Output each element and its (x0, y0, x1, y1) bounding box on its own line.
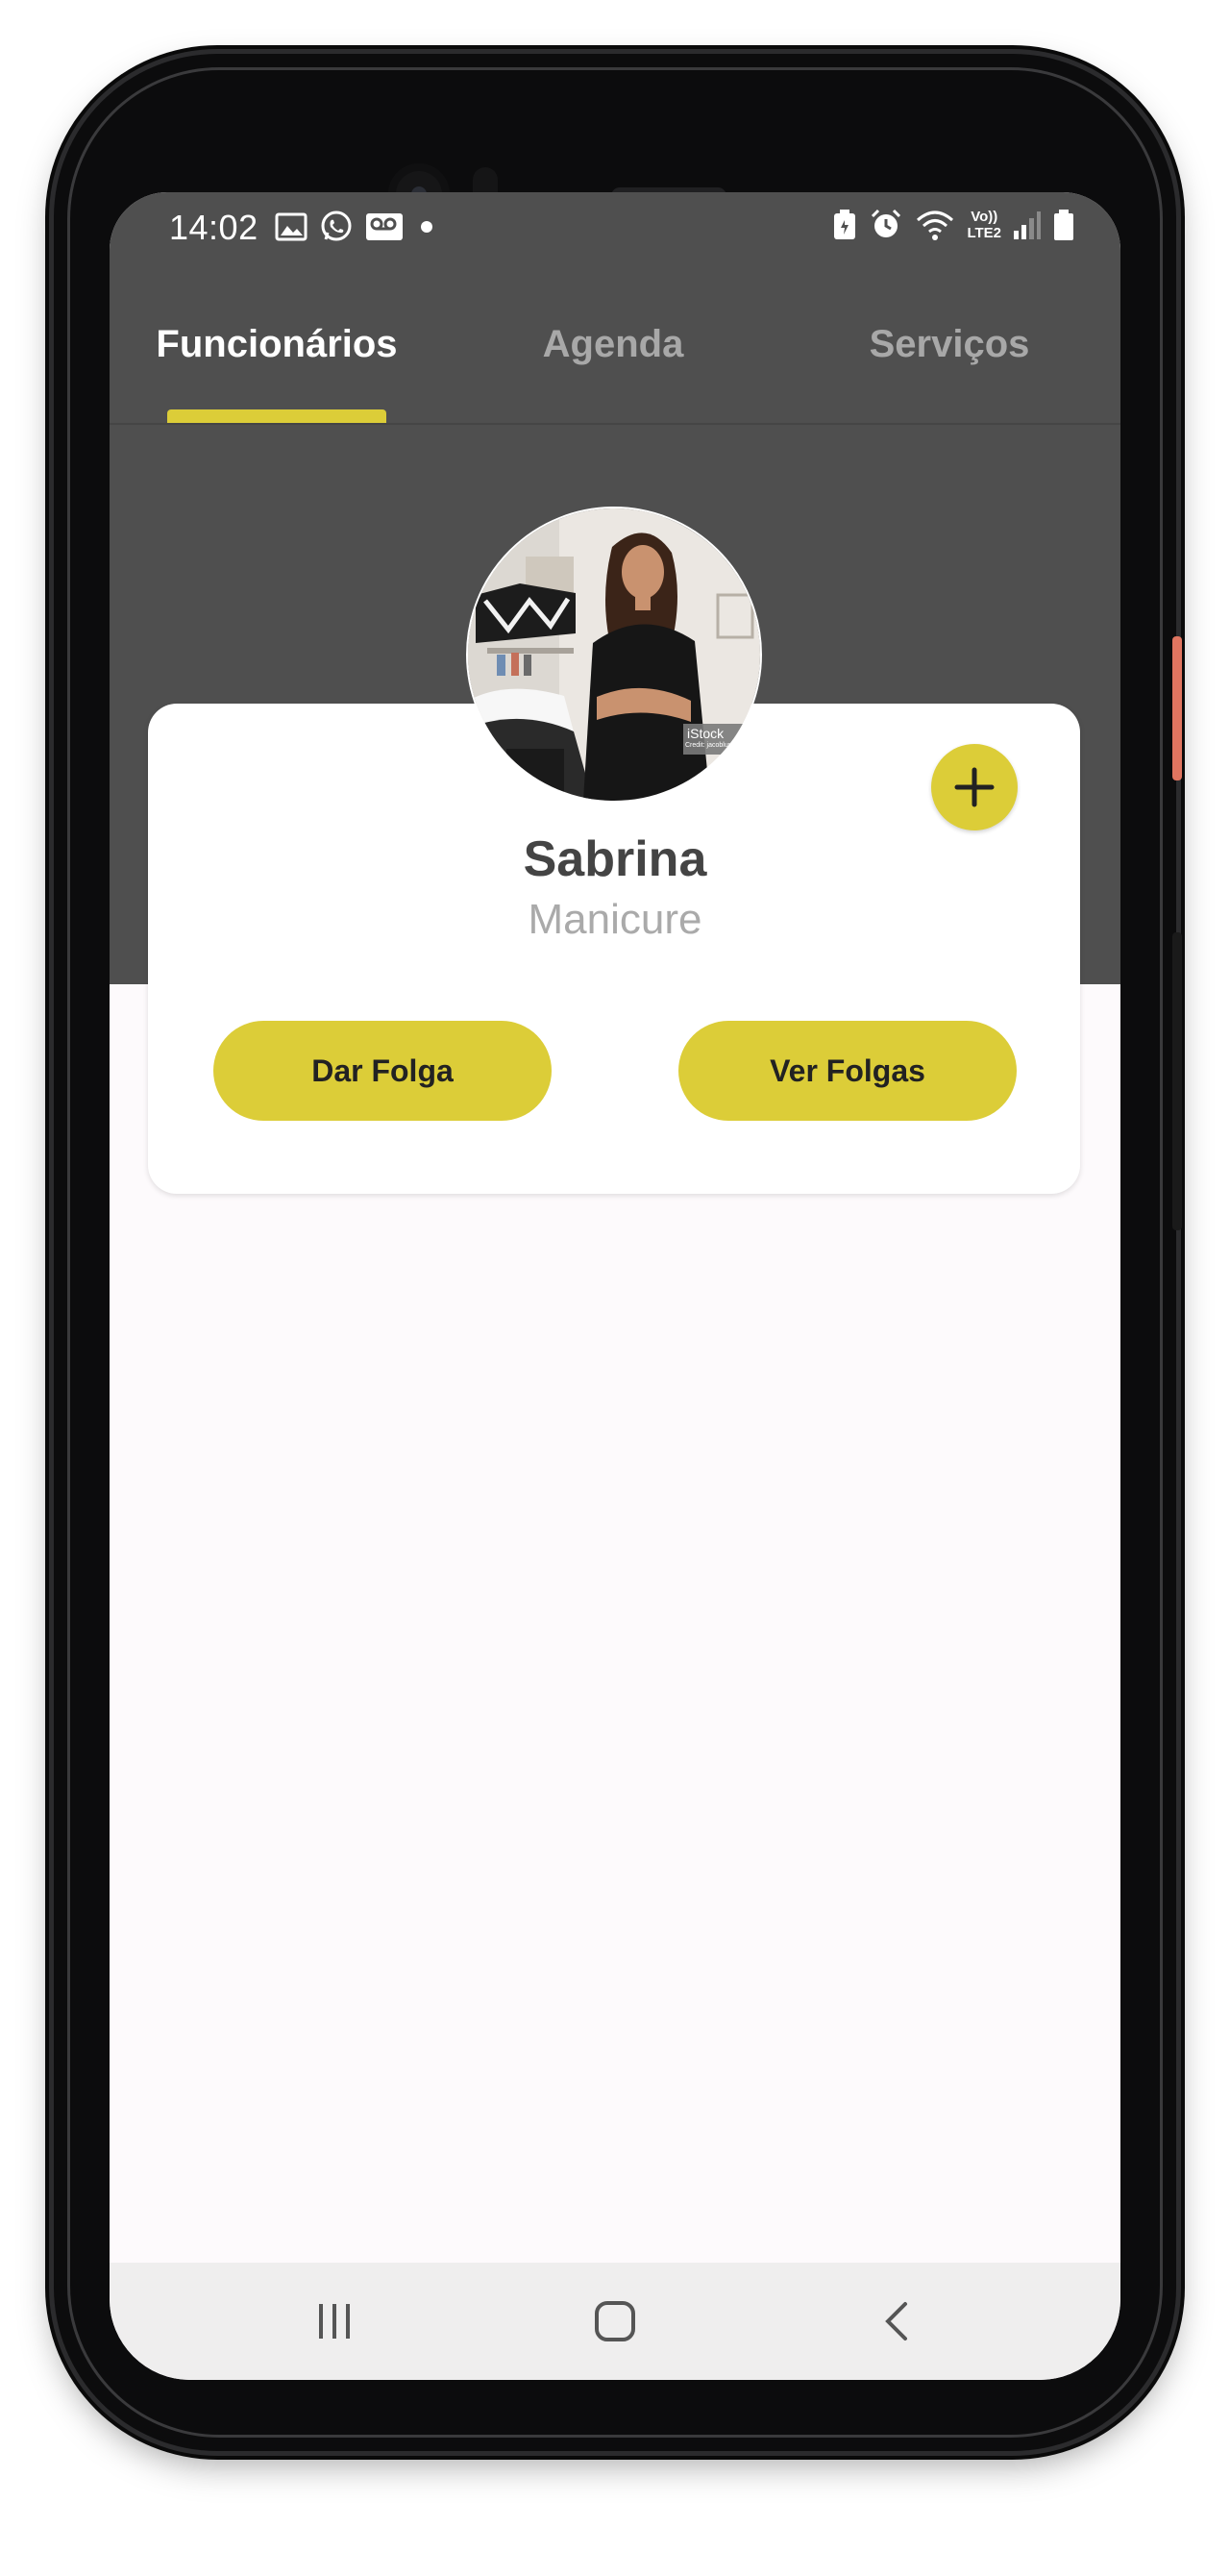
tab-funcionarios-label: Funcionários (156, 322, 398, 365)
battery-icon (1053, 209, 1074, 241)
tab-servicos-label: Serviços (869, 322, 1030, 365)
status-time: 14:02 (169, 208, 258, 247)
tab-bar: Funcionários Agenda Serviços (110, 265, 1120, 423)
signal-icon (1013, 210, 1042, 240)
notification-icons (275, 210, 438, 244)
add-button[interactable] (931, 744, 1018, 830)
photo-credit: Credit: jacoblund (685, 742, 736, 749)
dar-folga-label: Dar Folga (311, 1053, 454, 1088)
alarm-icon (869, 208, 903, 242)
voicemail-icon (365, 211, 404, 242)
volume-key (1172, 932, 1182, 1230)
employee-role: Manicure (528, 896, 702, 943)
tab-agenda-label: Agenda (542, 322, 684, 365)
employee-name: Sabrina (523, 831, 707, 887)
system-icons: Vo)) LTE2 (832, 208, 1074, 242)
network-label-top: Vo)) (971, 209, 998, 225)
tab-funcionarios[interactable]: Funcionários (129, 265, 425, 423)
app-screen: 14:02 Vo)) LTE2 Funcionários Agenda Serv… (110, 192, 1120, 2380)
employee-avatar: iStock Credit: jacoblund (466, 507, 762, 803)
recent-apps-icon (319, 2304, 350, 2339)
navigation-bar (110, 2263, 1120, 2380)
network-label-bottom: LTE2 (967, 225, 1001, 241)
network-label: Vo)) LTE2 (967, 209, 1001, 241)
plus-icon (954, 767, 995, 807)
back-icon (885, 2302, 907, 2341)
ver-folgas-label: Ver Folgas (770, 1053, 925, 1088)
image-icon (275, 212, 308, 241)
home-icon (595, 2301, 635, 2341)
back-button[interactable] (821, 2263, 974, 2380)
tab-agenda[interactable]: Agenda (465, 265, 761, 423)
dar-folga-button[interactable]: Dar Folga (213, 1021, 552, 1121)
dot-icon (415, 215, 438, 238)
recent-apps-button[interactable] (258, 2263, 411, 2380)
wifi-icon (915, 209, 955, 241)
ver-folgas-button[interactable]: Ver Folgas (678, 1021, 1017, 1121)
whatsapp-icon (319, 210, 354, 244)
status-bar: 14:02 Vo)) LTE2 (110, 192, 1120, 265)
battery-saver-icon (832, 209, 857, 241)
active-tab-indicator (167, 409, 386, 423)
istock-watermark: iStock (687, 726, 725, 741)
power-key (1172, 636, 1182, 780)
tab-servicos[interactable]: Serviços (801, 265, 1097, 423)
home-button[interactable] (538, 2263, 692, 2380)
